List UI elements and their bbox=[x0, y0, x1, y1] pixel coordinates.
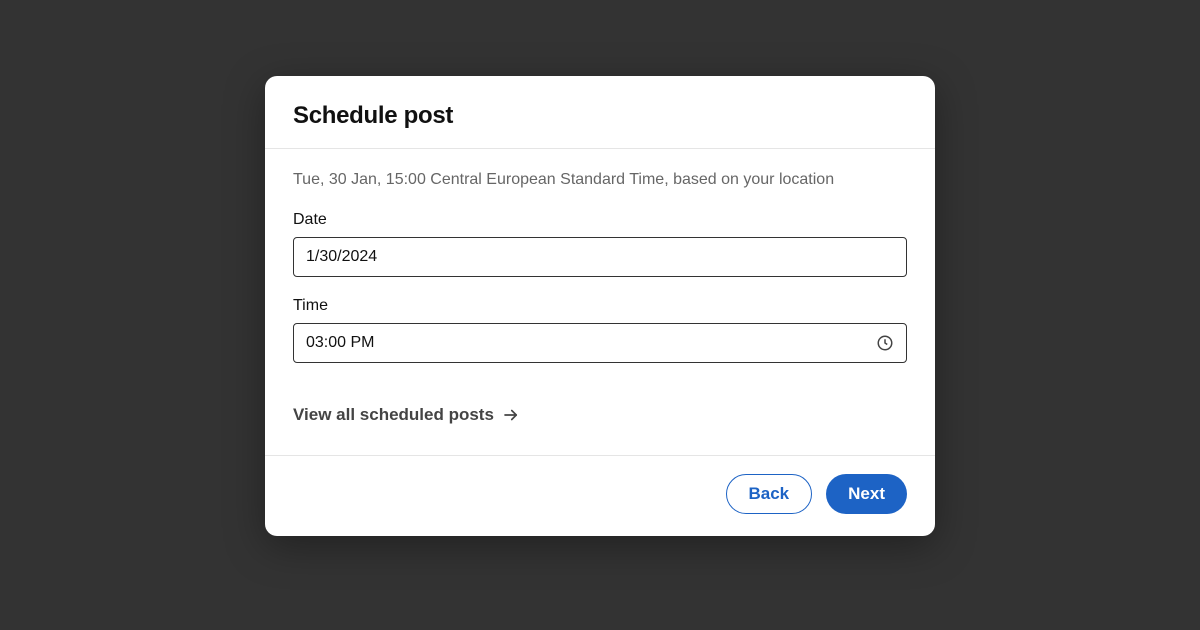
time-label: Time bbox=[293, 297, 907, 315]
time-input[interactable]: 03:00 PM bbox=[293, 323, 907, 363]
modal-title: Schedule post bbox=[293, 102, 907, 130]
date-input-value: 1/30/2024 bbox=[306, 248, 377, 266]
modal-body: Tue, 30 Jan, 15:00 Central European Stan… bbox=[265, 149, 935, 455]
schedule-post-modal: Schedule post Tue, 30 Jan, 15:00 Central… bbox=[265, 76, 935, 536]
next-button[interactable]: Next bbox=[826, 474, 907, 514]
clock-icon bbox=[876, 334, 894, 352]
modal-header: Schedule post bbox=[265, 76, 935, 148]
view-all-scheduled-link-text: View all scheduled posts bbox=[293, 405, 494, 425]
back-button[interactable]: Back bbox=[726, 474, 813, 514]
modal-footer: Back Next bbox=[265, 456, 935, 536]
view-all-scheduled-link[interactable]: View all scheduled posts bbox=[293, 405, 520, 425]
date-field-group: Date 1/30/2024 bbox=[293, 211, 907, 277]
date-input[interactable]: 1/30/2024 bbox=[293, 237, 907, 277]
date-label: Date bbox=[293, 211, 907, 229]
schedule-info-text: Tue, 30 Jan, 15:00 Central European Stan… bbox=[293, 171, 907, 189]
arrow-right-icon bbox=[502, 406, 520, 424]
time-field-group: Time 03:00 PM bbox=[293, 297, 907, 363]
time-input-value: 03:00 PM bbox=[306, 334, 374, 352]
